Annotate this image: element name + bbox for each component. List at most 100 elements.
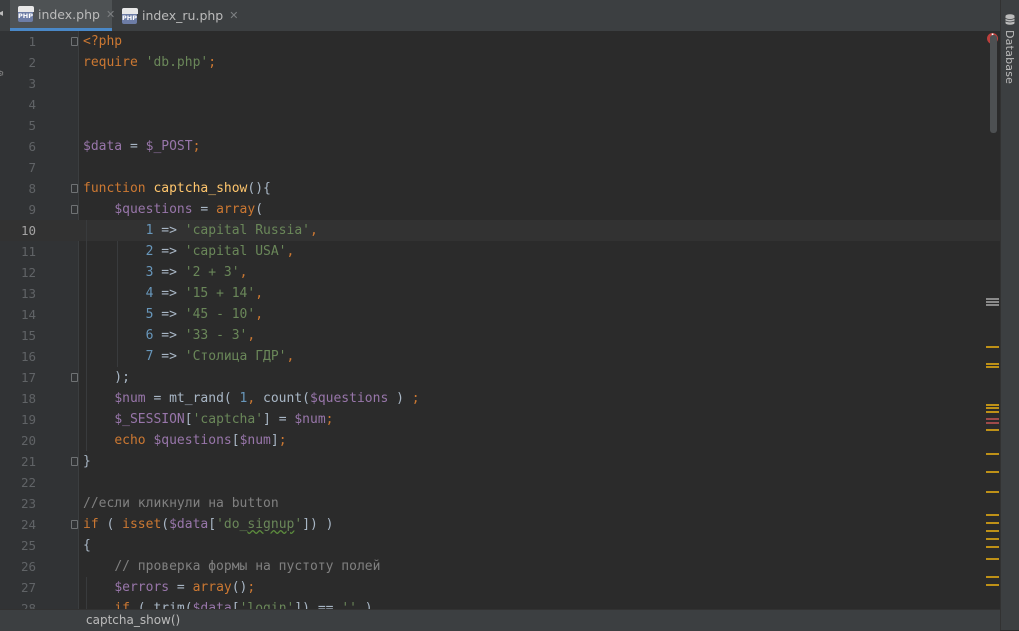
line-number[interactable]: 12 xyxy=(0,262,36,283)
error-stripe-mark[interactable] xyxy=(986,298,999,300)
line-number[interactable]: 6 xyxy=(0,136,36,157)
fold-marker-icon[interactable] xyxy=(71,205,78,214)
error-stripe-mark[interactable] xyxy=(986,429,999,431)
code-line[interactable]: 24 if ( isset($data['do_signup']) ) xyxy=(0,514,1000,535)
code-line[interactable]: 21} xyxy=(0,451,1000,472)
line-number[interactable]: 27 xyxy=(0,577,36,598)
error-stripe-mark[interactable] xyxy=(986,538,999,540)
line-number[interactable]: 8 xyxy=(0,178,36,199)
code-line[interactable]: 26 // проверка формы на пустоту полей xyxy=(0,556,1000,577)
database-icon[interactable] xyxy=(1005,14,1015,25)
line-number[interactable]: 16 xyxy=(0,346,36,367)
code-line[interactable]: 3 xyxy=(0,73,1000,94)
code-line[interactable]: 13 4 => '15 + 14', xyxy=(0,283,1000,304)
code-text: $errors = array(); xyxy=(114,580,256,595)
database-panel-label[interactable]: Database xyxy=(1003,30,1016,84)
error-stripe-mark[interactable] xyxy=(986,422,999,424)
line-number[interactable]: 15 xyxy=(0,325,36,346)
error-stripe-mark[interactable] xyxy=(986,522,999,524)
line-number[interactable]: 18 xyxy=(0,388,36,409)
code-line[interactable]: 10 1 => 'capital Russia', xyxy=(0,220,1000,241)
fold-marker-icon[interactable] xyxy=(71,184,78,193)
error-stripe-mark[interactable] xyxy=(986,514,999,516)
line-number[interactable]: 7 xyxy=(0,157,36,178)
code-line[interactable]: 1 <?php xyxy=(0,31,1000,52)
code-line[interactable]: 2 require 'db.php'; xyxy=(0,52,1000,73)
close-icon[interactable]: ✕ xyxy=(229,9,238,22)
code-line[interactable]: 22 xyxy=(0,472,1000,493)
fold-marker-icon[interactable] xyxy=(71,373,78,382)
error-stripe-mark[interactable] xyxy=(986,453,999,455)
code-line[interactable]: 5 xyxy=(0,115,1000,136)
error-stripe-mark[interactable] xyxy=(986,530,999,532)
line-number[interactable]: 24 xyxy=(0,514,36,535)
line-number[interactable]: 4 xyxy=(0,94,36,115)
line-number[interactable]: 9 xyxy=(0,199,36,220)
code-line[interactable]: 27 $errors = array(); xyxy=(0,577,1000,598)
line-number[interactable]: 2 xyxy=(0,52,36,73)
indent-guide xyxy=(117,241,118,367)
code-line[interactable]: 11 2 => 'capital USA', xyxy=(0,241,1000,262)
error-stripe-mark[interactable] xyxy=(986,546,999,548)
error-stripe-mark[interactable] xyxy=(986,404,999,406)
breadcrumb-item[interactable]: captcha_show() xyxy=(86,610,180,631)
line-number[interactable]: 23 xyxy=(0,493,36,514)
line-number[interactable]: 20 xyxy=(0,430,36,451)
code-line[interactable]: 14 5 => '45 - 10', xyxy=(0,304,1000,325)
code-line[interactable]: 8 function captcha_show(){ xyxy=(0,178,1000,199)
code-line[interactable]: 23 //если кликнули на button xyxy=(0,493,1000,514)
close-icon[interactable]: ✕ xyxy=(106,8,115,21)
code-line[interactable]: 7 xyxy=(0,157,1000,178)
error-stripe-mark[interactable] xyxy=(986,418,999,420)
line-number[interactable]: 1 xyxy=(0,31,36,52)
line-number[interactable]: 22 xyxy=(0,472,36,493)
line-number[interactable]: 25 xyxy=(0,535,36,556)
line-number[interactable]: 10 xyxy=(0,220,36,241)
indent-guide xyxy=(86,577,87,609)
tab-index-ru-php[interactable]: PHP index_ru.php ✕ xyxy=(120,0,238,31)
error-stripe-mark[interactable] xyxy=(986,304,999,306)
code-line[interactable]: 20 echo $questions[$num]; xyxy=(0,430,1000,451)
fold-marker-icon[interactable] xyxy=(71,457,78,466)
line-number[interactable]: 19 xyxy=(0,409,36,430)
error-stripe-mark[interactable] xyxy=(986,584,999,586)
code-line[interactable]: 6 $data = $_POST; xyxy=(0,136,1000,157)
fold-marker-icon[interactable] xyxy=(71,37,78,46)
line-number[interactable]: 3 xyxy=(0,73,36,94)
error-stripe-mark[interactable] xyxy=(986,363,999,365)
line-number[interactable]: 13 xyxy=(0,283,36,304)
code-line[interactable]: 28 if ( trim($data['login']) == '' ) xyxy=(0,598,1000,609)
error-stripe-mark[interactable] xyxy=(986,346,999,348)
error-stripe-mark[interactable] xyxy=(986,366,999,368)
error-stripe-mark[interactable] xyxy=(986,576,999,578)
line-number[interactable]: 11 xyxy=(0,241,36,262)
line-number[interactable]: 28 xyxy=(0,598,36,609)
code-text: $num = mt_rand( 1, count($questions ) ; xyxy=(114,391,420,406)
code-line[interactable]: 16 7 => 'Столица ГДР', xyxy=(0,346,1000,367)
tab-scroll-left-icon[interactable]: ◂ xyxy=(0,8,3,19)
error-stripe-mark[interactable] xyxy=(986,491,999,493)
error-stripe-mark[interactable] xyxy=(986,558,999,560)
code-line[interactable]: 15 6 => '33 - 3', xyxy=(0,325,1000,346)
breadcrumb[interactable]: captcha_show() xyxy=(0,609,1000,631)
code-line[interactable]: 12 3 => '2 + 3', xyxy=(0,262,1000,283)
line-number[interactable]: 17 xyxy=(0,367,36,388)
error-stripe-mark[interactable] xyxy=(986,411,999,413)
line-number[interactable]: 26 xyxy=(0,556,36,577)
line-number[interactable]: 14 xyxy=(0,304,36,325)
line-number[interactable]: 5 xyxy=(0,115,36,136)
error-stripe-mark[interactable] xyxy=(986,407,999,409)
tab-index-php[interactable]: PHP index.php ✕ xyxy=(10,0,115,31)
code-line[interactable]: 9 $questions = array( xyxy=(0,199,1000,220)
code-line[interactable]: 17 ); xyxy=(0,367,1000,388)
code-editor[interactable]: ⚙ 1 <?php 2 require 'db.php'; 3 4 5 6 $data = $_… xyxy=(0,31,1000,609)
code-line[interactable]: 25 { xyxy=(0,535,1000,556)
fold-marker-icon[interactable] xyxy=(71,520,78,529)
error-stripe-mark[interactable] xyxy=(986,301,999,303)
line-number[interactable]: 21 xyxy=(0,451,36,472)
code-line[interactable]: 19 $_SESSION['captcha'] = $num; xyxy=(0,409,1000,430)
error-stripe-mark[interactable] xyxy=(986,471,999,473)
code-line[interactable]: 4 xyxy=(0,94,1000,115)
code-line[interactable]: 18 $num = mt_rand( 1, count($questions )… xyxy=(0,388,1000,409)
vertical-scrollbar[interactable] xyxy=(990,35,997,133)
